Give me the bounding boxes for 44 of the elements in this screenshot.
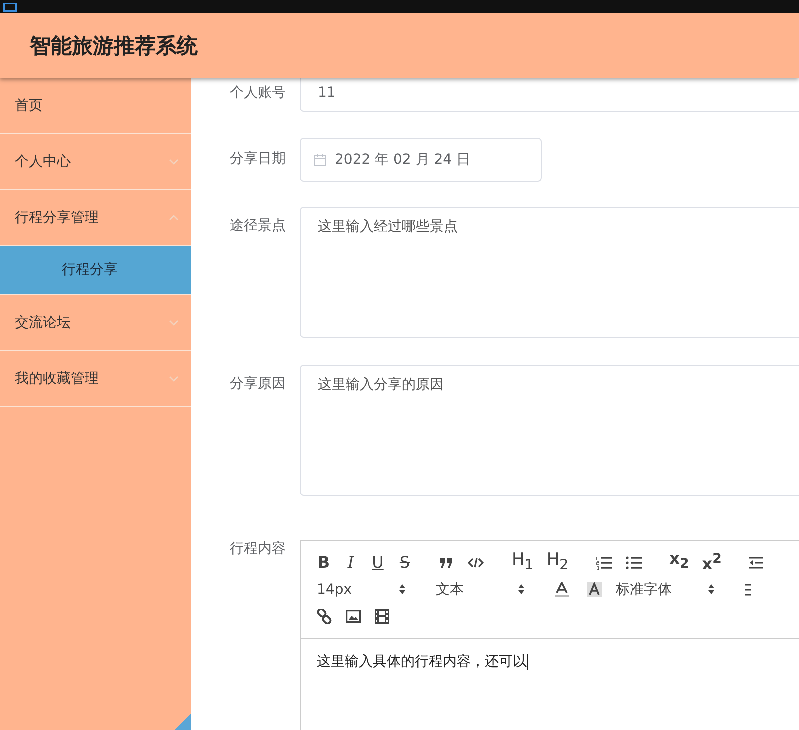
corner-mark [175, 714, 191, 730]
script-button[interactable]: x$_{2}$ [670, 549, 690, 576]
calendar-icon [314, 154, 327, 166]
menu-item[interactable]: 个人中心 [0, 134, 191, 190]
background-color-icon[interactable] [587, 582, 602, 597]
font-color-icon[interactable] [555, 582, 569, 598]
link-icon[interactable] [317, 609, 332, 624]
outdent-icon[interactable] [748, 556, 763, 568]
video-icon[interactable] [375, 609, 389, 624]
field-label: 分享原因 [229, 375, 287, 393]
field-label: 分享日期 [229, 150, 287, 169]
bullet-list-icon[interactable] [626, 556, 642, 570]
text-area[interactable]: 这里输入分享的原因 [300, 365, 799, 496]
heading-button[interactable]: H$_{2}$ [546, 550, 569, 576]
image-icon[interactable] [346, 610, 361, 623]
menu-item[interactable]: 首页 [0, 78, 191, 134]
format-button[interactable]: S [398, 552, 412, 572]
dropdown-arrows-icon [399, 584, 406, 595]
toolbar-select[interactable]: 14px [317, 582, 436, 598]
text-area[interactable]: 这里输入经过哪些景点 [300, 207, 799, 338]
menu-item[interactable]: 我的收藏管理 [0, 351, 191, 407]
app-title: 智能旅游推荐系统 [30, 32, 198, 60]
format-button[interactable]: U [371, 552, 385, 572]
editor-content[interactable]: 这里输入具体的行程内容，还可以 [301, 639, 799, 685]
date-picker[interactable]: 2022 年 02 月 24 日 [300, 138, 542, 182]
ordered-list-icon[interactable] [596, 556, 612, 570]
toolbar-select[interactable]: 标准字体 [616, 580, 745, 598]
code-icon[interactable] [468, 558, 484, 568]
heading-button[interactable]: H$_{1}$ [512, 550, 534, 576]
field-label: 个人账号 [229, 84, 287, 103]
toolbar-select[interactable]: 文本 [436, 580, 616, 598]
align-icon[interactable] [745, 584, 751, 596]
menu-item[interactable]: 交流论坛 [0, 295, 191, 351]
format-button[interactable]: B [317, 552, 331, 572]
quote-icon[interactable] [439, 556, 454, 568]
submenu-item[interactable]: 行程分享 [0, 246, 191, 295]
script-button[interactable]: x$^{2}$ [702, 550, 722, 575]
format-button[interactable]: I [344, 552, 358, 572]
window-icon [3, 3, 17, 13]
dropdown-arrows-icon [518, 584, 525, 595]
field-label: 行程内容 [229, 540, 287, 558]
account-input[interactable]: 11 [300, 78, 799, 112]
dropdown-arrows-icon [708, 584, 715, 595]
field-label: 途径景点 [229, 217, 287, 235]
